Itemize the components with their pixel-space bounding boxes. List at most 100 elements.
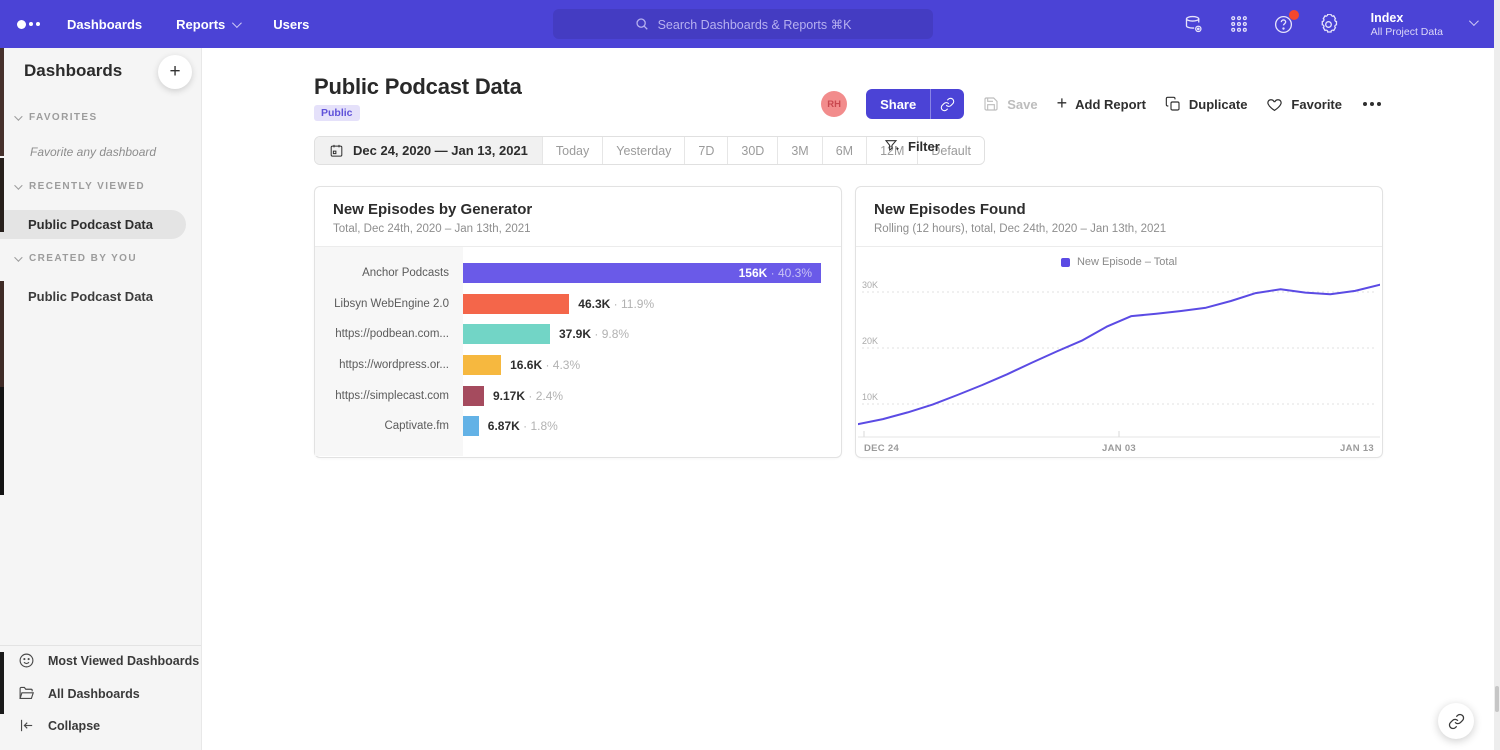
apps-grid-icon[interactable] — [1228, 13, 1250, 35]
sidebar-item-public-podcast-data[interactable]: Public Podcast Data — [28, 289, 153, 304]
scrollbar-thumb[interactable] — [1495, 686, 1499, 712]
bar-chart-body: Anchor Podcasts156K · 40.3%Libsyn WebEng… — [315, 258, 841, 442]
chevron-down-icon — [232, 18, 242, 28]
sidebar-item-all-dashboards[interactable]: All Dashboards — [18, 685, 140, 702]
range-button-today[interactable]: Today — [542, 137, 602, 164]
chevron-down-icon — [1469, 16, 1479, 26]
collapse-icon — [18, 717, 35, 734]
share-split-button: Share — [866, 89, 964, 119]
bar-row: Anchor Podcasts156K · 40.3% — [315, 258, 841, 289]
project-name: Index — [1371, 10, 1443, 27]
nav-item-dashboards[interactable]: Dashboards — [67, 17, 142, 32]
bar: 156K · 40.3% — [463, 263, 821, 283]
bar-track: 156K · 40.3% — [463, 258, 841, 289]
add-report-button[interactable]: + Add Report — [1057, 95, 1146, 114]
share-button[interactable]: Share — [866, 89, 930, 119]
legend-swatch — [1061, 258, 1070, 267]
data-source-icon[interactable] — [1183, 13, 1205, 35]
project-switcher[interactable]: Index All Project Data — [1371, 10, 1476, 39]
bar-value-label: 16.6K · 4.3% — [510, 358, 580, 372]
bar-value-label: 46.3K · 11.9% — [578, 297, 654, 311]
range-button-3m[interactable]: 3M — [777, 137, 821, 164]
notification-badge — [1289, 10, 1299, 20]
visibility-badge: Public — [314, 105, 360, 121]
link-icon — [940, 97, 955, 112]
app-window: Dashboards Reports Users Search Dashboards… — [0, 0, 1500, 750]
sidebar-divider — [0, 645, 201, 646]
plus-icon: + — [1057, 93, 1068, 114]
add-dashboard-button[interactable]: + — [158, 55, 192, 89]
bar — [463, 386, 484, 406]
bar-value-label: 9.17K · 2.4% — [493, 389, 563, 403]
page-title: Public Podcast Data — [314, 74, 522, 100]
bar-track: 46.3K · 11.9% — [463, 289, 841, 320]
heart-icon — [1266, 96, 1283, 113]
sidebar-section-created-by-you[interactable]: CREATED BY YOU — [14, 253, 137, 264]
card-title: New Episodes Found — [874, 201, 1364, 218]
line-chart-plot: 10K20K30KDEC 24JAN 03JAN 13 — [858, 268, 1380, 459]
smiley-icon — [18, 652, 35, 669]
sidebar-section-recently-viewed[interactable]: RECENTLY VIEWED — [14, 181, 145, 192]
x-tick-label: JAN 03 — [1102, 443, 1136, 454]
nav-item-users[interactable]: Users — [273, 17, 309, 32]
sidebar-collapse-button[interactable]: Collapse — [18, 717, 100, 734]
background-window-artifact — [0, 48, 4, 156]
report-card-new-episodes-by-generator: New Episodes by Generator Total, Dec 24t… — [314, 186, 842, 458]
bar-category-label: Libsyn WebEngine 2.0 — [315, 298, 463, 310]
sidebar-item-public-podcast-data-selected[interactable]: Public Podcast Data — [0, 210, 186, 239]
x-tick-label: JAN 13 — [1340, 443, 1374, 454]
y-tick-label: 20K — [862, 336, 878, 346]
range-button-30d[interactable]: 30D — [727, 137, 777, 164]
legend-label: New Episode – Total — [1077, 256, 1177, 268]
share-link-button[interactable] — [930, 89, 964, 119]
header-actions: RH Share Save + Add Report Duplicate Fav… — [821, 89, 1383, 119]
sidebar-section-favorites[interactable]: FAVORITES — [14, 112, 98, 123]
avatar[interactable]: RH — [821, 91, 847, 117]
save-button[interactable]: Save — [983, 96, 1037, 112]
bar-track: 9.17K · 2.4% — [463, 380, 841, 411]
bar-track: 16.6K · 4.3% — [463, 350, 841, 381]
settings-icon[interactable] — [1318, 13, 1340, 35]
navbar-right-cluster: Index All Project Data — [1183, 0, 1476, 48]
filter-button[interactable]: Filter — [884, 138, 940, 154]
range-button-yesterday[interactable]: Yesterday — [602, 137, 684, 164]
bar — [463, 355, 501, 375]
link-icon — [1448, 713, 1465, 730]
sidebar: Dashboards + FAVORITES Favorite any dash… — [0, 48, 202, 750]
bar-value-label: 156K · 40.3% — [739, 266, 812, 280]
help-icon[interactable] — [1273, 13, 1295, 35]
card-subtitle: Rolling (12 hours), total, Dec 24th, 202… — [874, 223, 1364, 235]
primary-nav: Dashboards Reports Users — [67, 17, 309, 32]
range-button-6m[interactable]: 6M — [822, 137, 866, 164]
search-placeholder: Search Dashboards & Reports ⌘K — [658, 17, 852, 32]
floating-link-button[interactable] — [1438, 703, 1474, 739]
date-range-picker[interactable]: Dec 24, 2020 — Jan 13, 2021 — [315, 137, 542, 164]
bar-row: Libsyn WebEngine 2.0 46.3K · 11.9% — [315, 289, 841, 320]
card-subtitle: Total, Dec 24th, 2020 – Jan 13th, 2021 — [333, 223, 823, 235]
bar-category-label: https://wordpress.or... — [315, 359, 463, 371]
favorites-empty-hint: Favorite any dashboard — [30, 145, 156, 159]
bar-value-label: 6.87K · 1.8% — [488, 419, 558, 433]
nav-item-reports[interactable]: Reports — [176, 17, 239, 32]
bar-track: 6.87K · 1.8% — [463, 411, 841, 442]
y-tick-label: 10K — [862, 392, 878, 402]
project-scope: All Project Data — [1371, 26, 1443, 38]
sidebar-item-most-viewed-dashboards[interactable]: Most Viewed Dashboards — [18, 652, 199, 669]
report-card-new-episodes-found: New Episodes Found Rolling (12 hours), t… — [855, 186, 1383, 458]
chevron-down-icon — [14, 112, 22, 120]
background-window-artifact — [0, 281, 4, 387]
more-options-button[interactable] — [1361, 98, 1383, 110]
app-logo-icon[interactable] — [17, 20, 59, 29]
filter-icon — [884, 138, 900, 154]
bar-category-label: Captivate.fm — [315, 420, 463, 432]
range-button-7d[interactable]: 7D — [684, 137, 727, 164]
chart-legend: New Episode – Total — [856, 256, 1382, 268]
bar-row: https://wordpress.or... 16.6K · 4.3% — [315, 350, 841, 381]
favorite-button[interactable]: Favorite — [1266, 96, 1342, 113]
search-input[interactable]: Search Dashboards & Reports ⌘K — [553, 9, 933, 39]
calendar-icon — [329, 143, 344, 158]
bar-category-label: https://simplecast.com — [315, 390, 463, 402]
search-icon — [635, 17, 649, 31]
bar-row: https://podbean.com...37.9K · 9.8% — [315, 319, 841, 350]
duplicate-button[interactable]: Duplicate — [1165, 96, 1248, 112]
